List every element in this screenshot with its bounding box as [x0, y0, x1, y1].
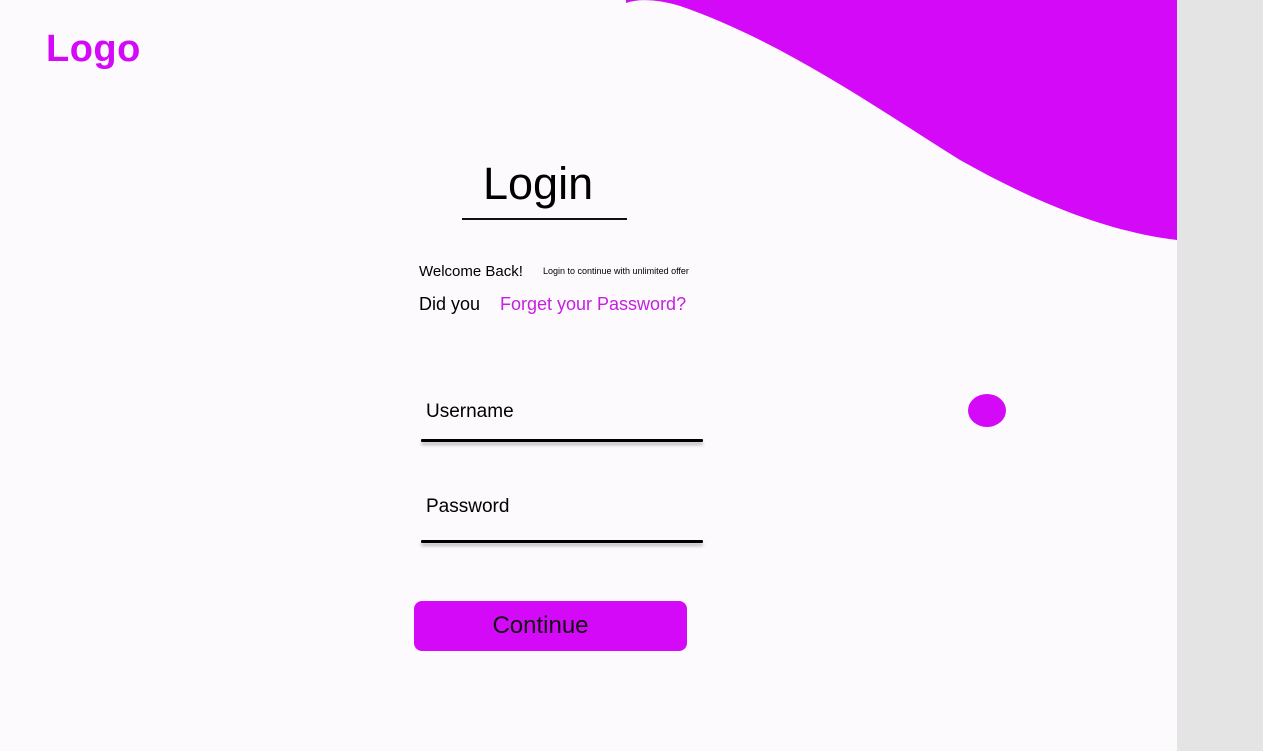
continue-button-label: Continue: [492, 612, 589, 639]
password-underline: [421, 540, 703, 543]
forgot-password-link[interactable]: Forget your Password?: [500, 294, 686, 315]
decorative-wave-shape: [626, 0, 1177, 240]
username-field-wrapper: [421, 392, 703, 442]
login-page: Logo Login Welcome Back! Login to contin…: [0, 0, 1177, 751]
password-field-wrapper: [421, 487, 703, 543]
page-title: Login: [483, 158, 594, 209]
username-underline: [421, 439, 703, 442]
logo[interactable]: Logo: [46, 28, 141, 71]
side-gutter: [1177, 0, 1263, 751]
password-input[interactable]: [421, 487, 703, 527]
decorative-dot: [968, 394, 1006, 427]
title-underline: [462, 218, 627, 220]
welcome-text: Welcome Back!: [419, 263, 523, 280]
welcome-subtext: Login to continue with unlimited offer: [543, 266, 689, 276]
continue-button[interactable]: Continue: [414, 601, 687, 651]
forgot-prompt-text: Did you: [419, 294, 481, 314]
username-input[interactable]: [421, 392, 703, 432]
